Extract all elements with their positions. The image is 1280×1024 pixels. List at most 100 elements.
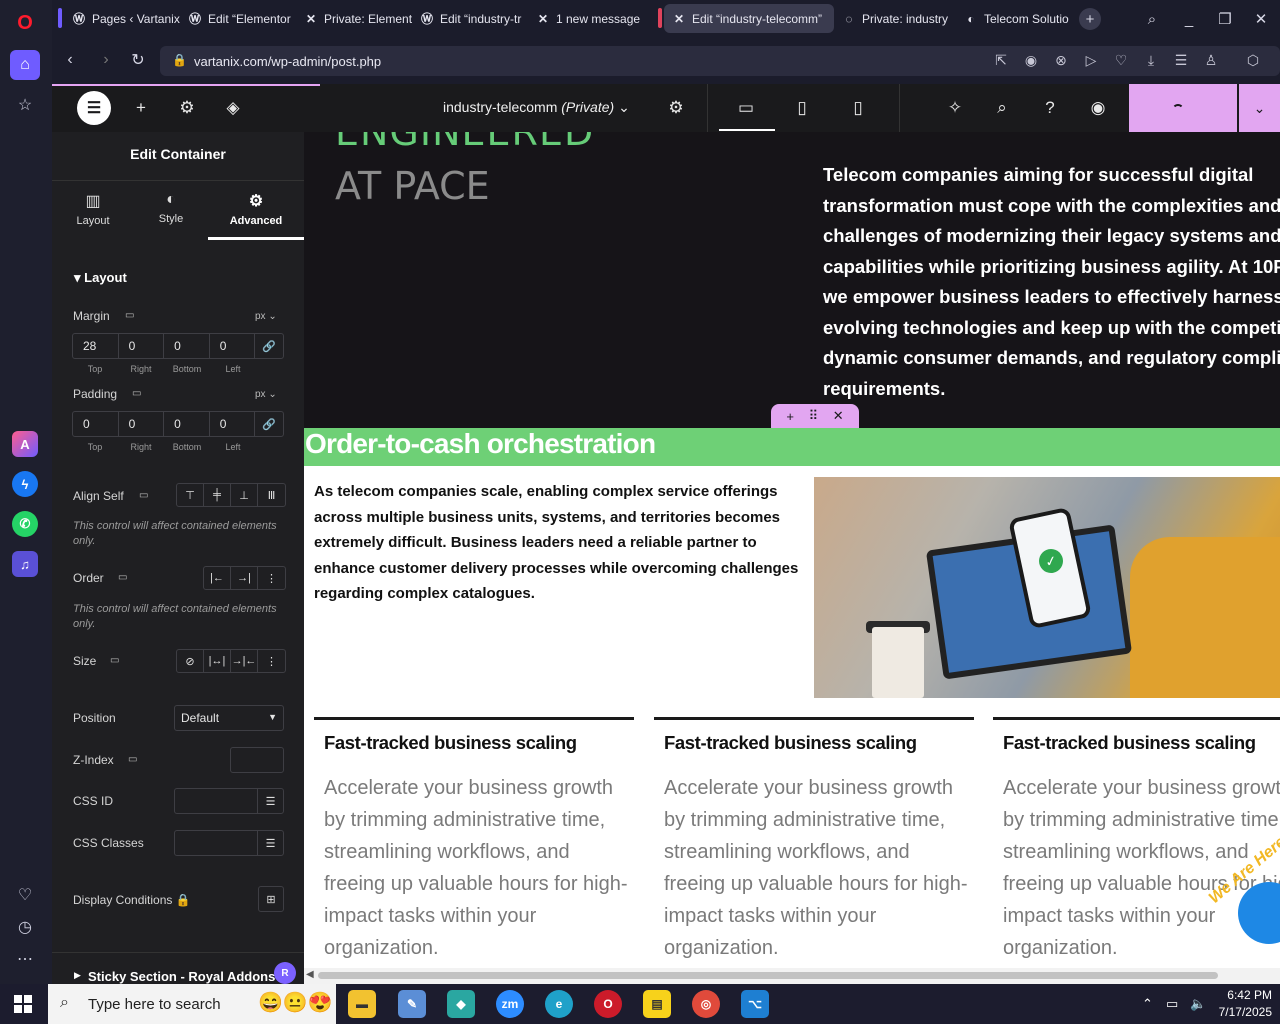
add-icon[interactable]: + <box>786 409 794 424</box>
margin-top-input[interactable]: 28 <box>73 334 119 358</box>
edge-icon[interactable]: e <box>545 990 573 1018</box>
css-classes-input[interactable]: ☰ <box>174 830 284 856</box>
opera-icon[interactable]: O <box>586 984 630 1024</box>
section-layout-toggle[interactable]: ▾ Layout <box>74 270 127 286</box>
css-id-input[interactable]: ☰ <box>174 788 284 814</box>
close-icon[interactable]: ✕ <box>833 408 844 424</box>
link-icon[interactable]: 🔗 <box>255 334 283 358</box>
tab-advanced[interactable]: ⚙ Advanced <box>221 191 291 227</box>
display-conditions-button[interactable]: ⊞ <box>258 886 284 912</box>
align-start-icon[interactable]: ⊤ <box>177 484 204 506</box>
margin-bottom-input[interactable]: 0 <box>164 334 210 358</box>
align-stretch-icon[interactable]: Ⅲ <box>258 484 285 506</box>
order-end-icon[interactable]: →| <box>231 567 258 589</box>
messenger-icon[interactable]: ϟ <box>12 471 38 497</box>
page-settings-icon[interactable]: ⚙ <box>665 97 687 119</box>
extensions-icon[interactable]: ⬡ <box>1244 52 1262 69</box>
scroll-left-icon[interactable]: ◀ <box>306 969 314 980</box>
adblock-icon[interactable]: ⊗ <box>1052 52 1070 69</box>
desktop-icon[interactable]: ▭ <box>132 388 141 399</box>
tab-edit-industry[interactable]: Ⓦ Edit “industry-tr <box>412 4 528 33</box>
align-center-icon[interactable]: ╪ <box>204 484 231 506</box>
file-explorer-icon[interactable]: ▬ <box>348 990 376 1018</box>
padding-right-input[interactable]: 0 <box>119 412 165 436</box>
share-icon[interactable]: ⇱ <box>992 52 1010 69</box>
snapshot-icon[interactable]: ◉ <box>1022 52 1040 69</box>
taskbar-search[interactable]: ⌕ Type here to search 😄😐😍 <box>48 984 336 1024</box>
help-icon[interactable]: ? <box>1039 97 1061 119</box>
aria-icon[interactable]: A <box>12 431 38 457</box>
size-none-icon[interactable]: ⊘ <box>177 650 204 672</box>
drag-handle-icon[interactable]: ⠿ <box>809 408 819 424</box>
margin-left-input[interactable]: 0 <box>210 334 256 358</box>
restore-button[interactable]: ❐ <box>1214 8 1236 30</box>
more-icon[interactable]: ⋯ <box>10 944 40 974</box>
size-grow-icon[interactable]: |↔| <box>204 650 231 672</box>
tab-private-element[interactable]: ✕ Private: Element <box>296 4 412 33</box>
size-shrink-icon[interactable]: →|← <box>231 650 258 672</box>
publish-options-button[interactable]: ⌄ <box>1239 84 1280 132</box>
new-tab-button[interactable]: + <box>1079 8 1101 30</box>
paint-icon[interactable]: ✎ <box>398 990 426 1018</box>
minimize-button[interactable]: _ <box>1178 8 1200 30</box>
opera-logo-icon[interactable]: O <box>10 8 40 38</box>
order-start-icon[interactable]: |← <box>204 567 231 589</box>
tab-edit-industry-telecomm[interactable]: ✕ Edit “industry-telecomm” <box>664 4 834 33</box>
hero-section[interactable]: ENGINEERED AT PACE Telecom companies aim… <box>304 132 1280 428</box>
tab-search-icon[interactable]: ⌕ <box>1141 8 1163 30</box>
chrome-icon[interactable]: ◎ <box>692 990 720 1018</box>
tab-telecom-solutions[interactable]: ◐ Telecom Solutio <box>956 4 1072 33</box>
close-window-button[interactable]: ✕ <box>1250 8 1272 30</box>
whatsapp-icon[interactable]: ✆ <box>12 511 38 537</box>
sticky-section-row[interactable]: ▶ Sticky Section - Royal Addons R <box>52 952 304 984</box>
desktop-icon[interactable]: ▭ <box>735 97 757 119</box>
tab-layout[interactable]: ▥ Layout <box>58 191 128 227</box>
structure-icon[interactable]: ◈ <box>222 97 244 119</box>
margin-right-input[interactable]: 0 <box>119 334 165 358</box>
star-icon[interactable]: ☆ <box>10 90 40 120</box>
tray-chevron-icon[interactable]: ⌃ <box>1142 996 1153 1012</box>
site-settings-icon[interactable]: ⚙ <box>176 97 198 119</box>
profile-icon[interactable]: ♙ <box>1202 52 1220 69</box>
publish-button[interactable] <box>1129 84 1237 132</box>
more-options-icon[interactable]: ⋮ <box>258 650 285 672</box>
horizontal-scrollbar[interactable]: ◀ <box>304 968 1280 984</box>
position-select[interactable]: Default ▼ <box>174 705 284 731</box>
tab-pages[interactable]: Ⓦ Pages ‹ Vartanix <box>64 4 180 33</box>
app-icon[interactable]: ◆ <box>447 990 475 1018</box>
add-element-icon[interactable]: + <box>130 97 152 119</box>
bookmark-heart-icon[interactable]: ♡ <box>1112 52 1130 69</box>
otc-heading-container[interactable]: Order-to-cash orchestration <box>304 428 1280 466</box>
home-icon[interactable]: ⌂ <box>10 50 40 80</box>
search-icon[interactable]: ⌕ <box>991 97 1013 119</box>
tab-style[interactable]: ◐ Style <box>136 191 206 225</box>
desktop-icon[interactable]: ▭ <box>125 310 134 321</box>
send-icon[interactable]: ▷ <box>1082 52 1100 69</box>
elementor-logo-icon[interactable]: ☰ <box>77 91 111 125</box>
zoom-icon[interactable]: zm <box>496 990 524 1018</box>
padding-top-input[interactable]: 0 <box>73 412 119 436</box>
z-index-input[interactable] <box>230 747 284 773</box>
tab-private-industry[interactable]: ◌ Private: industry <box>834 4 950 33</box>
link-icon[interactable]: 🔗 <box>255 412 283 436</box>
url-field[interactable]: 🔒 vartanix.com/wp-admin/post.php ⇱ ◉ ⊗ ▷… <box>160 46 1280 76</box>
padding-bottom-input[interactable]: 0 <box>164 412 210 436</box>
margin-unit-select[interactable]: px ⌄ <box>255 311 277 322</box>
network-icon[interactable]: ▭ <box>1166 996 1178 1012</box>
desktop-icon[interactable]: ▭ <box>118 572 127 583</box>
desktop-icon[interactable]: ▭ <box>128 754 137 765</box>
history-icon[interactable]: ◷ <box>10 912 40 942</box>
back-button[interactable]: ‹ <box>60 50 80 70</box>
tab-edit-elementor[interactable]: Ⓦ Edit “Elementor <box>180 4 296 33</box>
windows-start-icon[interactable] <box>14 995 32 1013</box>
music-player-icon[interactable]: ♫ <box>12 551 38 577</box>
desktop-icon[interactable]: ▭ <box>110 655 119 666</box>
desktop-icon[interactable]: ▭ <box>139 490 148 501</box>
reload-button[interactable]: ↻ <box>128 50 148 70</box>
vscode-icon[interactable]: ⌥ <box>741 990 769 1018</box>
align-end-icon[interactable]: ⊥ <box>231 484 258 506</box>
padding-left-input[interactable]: 0 <box>210 412 256 436</box>
heart-icon[interactable]: ♡ <box>10 880 40 910</box>
tab-new-message[interactable]: ✕ 1 new message <box>528 4 648 33</box>
dynamic-tags-icon[interactable]: ☰ <box>257 831 283 855</box>
